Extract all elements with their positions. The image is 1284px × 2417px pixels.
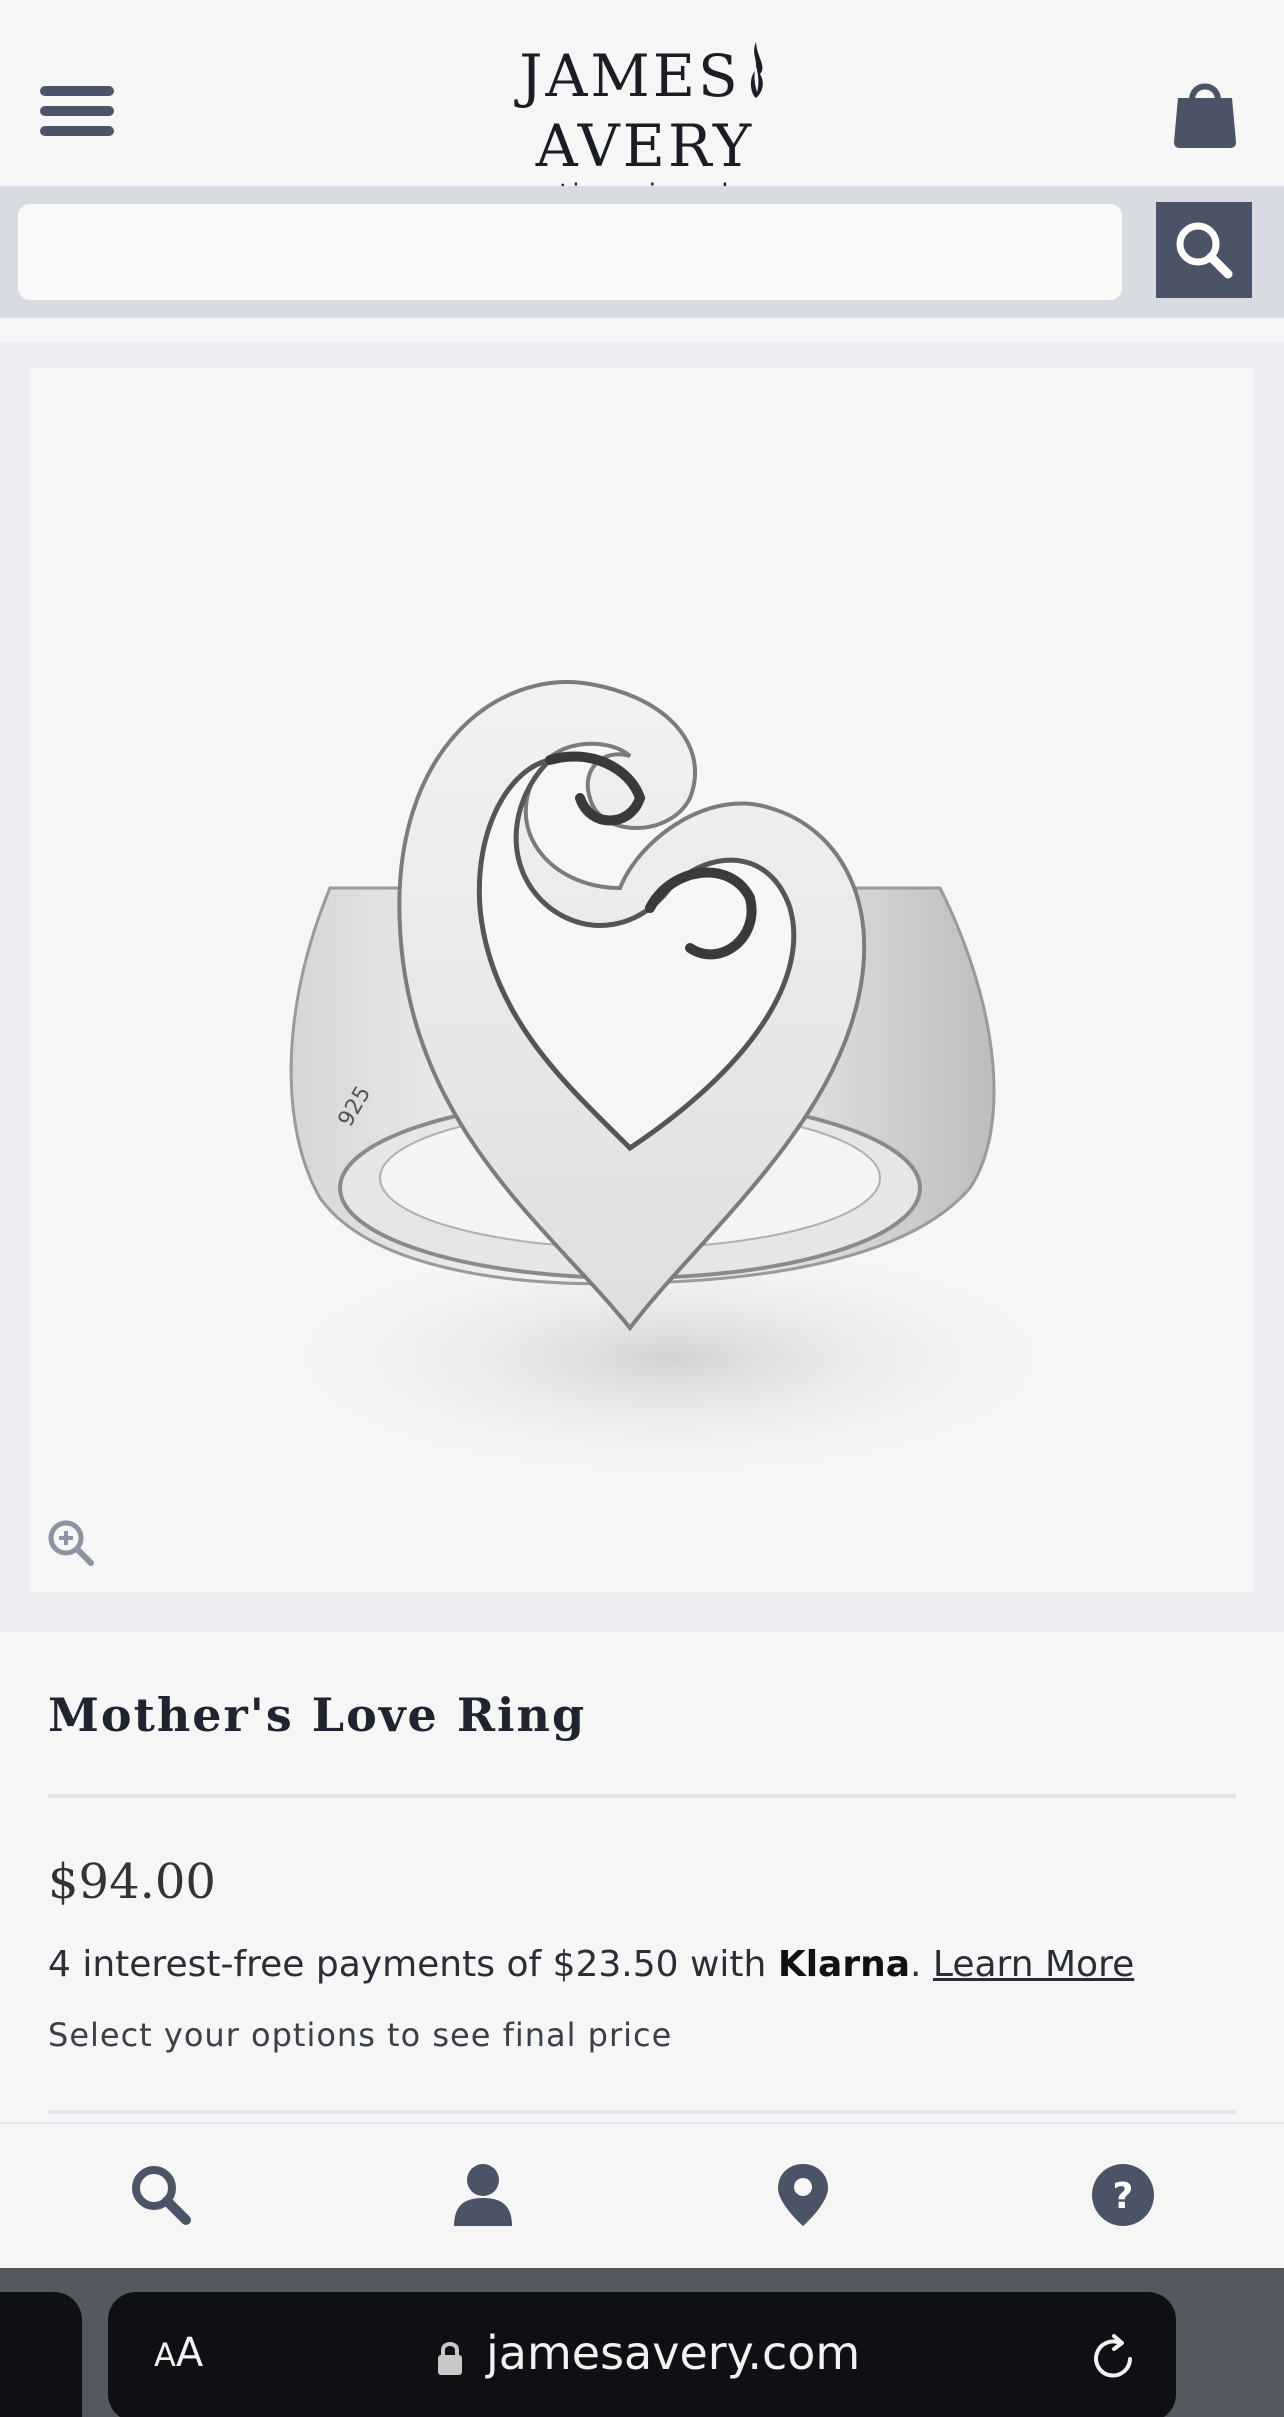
lock-icon: [436, 2340, 464, 2376]
browser-toolbar: AA jamesavery.com: [0, 2268, 1284, 2417]
address-bar[interactable]: AA jamesavery.com: [108, 2292, 1176, 2417]
klarna-financing-text: 4 interest-free payments of $23.50 with …: [48, 1944, 1134, 1985]
search-icon[interactable]: [126, 2160, 196, 2230]
klarna-prefix: 4 interest-free payments of $23.50 with: [48, 1944, 778, 1985]
previous-tab[interactable]: [0, 2292, 82, 2417]
divider: [48, 1794, 1236, 1798]
zoom-in-icon[interactable]: [46, 1518, 96, 1568]
aa-large: A: [175, 2330, 204, 2376]
product-price: $94.00: [48, 1854, 216, 1910]
shopping-bag-icon[interactable]: [1172, 76, 1238, 150]
logo-word-right: AVERY: [535, 112, 755, 180]
search-submit-button[interactable]: [1156, 202, 1252, 298]
account-icon[interactable]: [448, 2160, 518, 2230]
reload-icon[interactable]: [1086, 2332, 1140, 2386]
location-pin-icon[interactable]: [768, 2160, 838, 2230]
svg-text:?: ?: [1113, 2176, 1134, 2217]
aa-small: A: [154, 2336, 176, 2374]
klarna-suffix: .: [910, 1944, 933, 1985]
logo-word-left: JAMES: [519, 42, 741, 110]
hamburger-menu-icon[interactable]: [40, 78, 114, 142]
options-note: Select your options to see final price: [48, 2016, 673, 2054]
product-image-gallery: 925: [0, 342, 1284, 1632]
flame-logo-icon: [750, 42, 763, 98]
url-text: jamesavery.com: [486, 2326, 861, 2380]
bottom-navigation: ?: [0, 2122, 1284, 2268]
product-title: Mother's Love Ring: [48, 1688, 587, 1742]
product-image[interactable]: 925: [30, 368, 1254, 1592]
brand-logo[interactable]: JAMES AVERY artisan jewelry: [420, 40, 870, 209]
klarna-logo: Klarna: [777, 1944, 911, 1985]
help-icon[interactable]: ?: [1088, 2160, 1158, 2230]
divider: [48, 2110, 1236, 2114]
search-input[interactable]: [18, 204, 1122, 300]
reader-settings-button[interactable]: AA: [154, 2330, 203, 2376]
search-bar: [0, 186, 1284, 318]
search-icon: [1176, 222, 1233, 279]
learn-more-link[interactable]: Learn More: [933, 1944, 1134, 1985]
ring-illustration: 925: [250, 680, 1090, 1488]
site-header: JAMES AVERY artisan jewelry: [0, 0, 1284, 209]
